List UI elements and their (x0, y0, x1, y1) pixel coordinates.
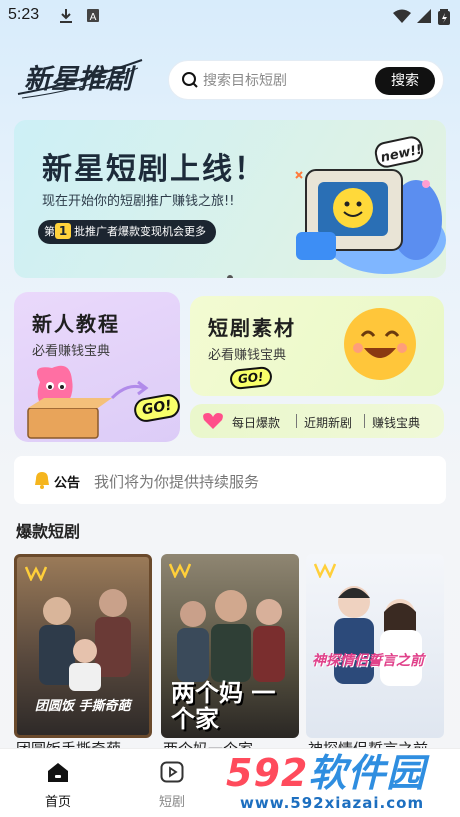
search-button[interactable]: 搜索 (375, 67, 435, 95)
tutorial-card-title: 新人教程 (32, 312, 120, 336)
banner-pill-number: 1 (55, 223, 71, 239)
material-card[interactable]: 短剧素材 必看赚钱宝典 GO! (190, 296, 444, 396)
material-card-subtitle: 必看赚钱宝典 (208, 348, 287, 363)
nav-dramas[interactable]: 短剧 (132, 749, 212, 817)
watermark: 592软件园 www.592xiazai.com (226, 752, 460, 817)
smiley-icon (344, 308, 416, 380)
quick-links-bar: 每日爆款 近期新剧 赚钱宝典 (190, 404, 444, 438)
svg-text:A: A (90, 12, 97, 23)
drama-poster-text: 两个妈 一个家 (171, 679, 276, 733)
logo-graphic: 新星推剧 (17, 59, 143, 99)
watermark-cn: 软件园 (308, 751, 426, 795)
banner-dot-active[interactable] (227, 275, 233, 278)
watermark-url: www.592xiazai.com (240, 794, 425, 812)
notice-bar[interactable]: 公告 我们将为你提供持续服务 (14, 456, 446, 504)
home-icon (48, 763, 68, 782)
banner-pill-text: 批推广者爆款变现机会更多 (74, 225, 206, 238)
banner-title: 新星短剧上线！ (42, 152, 266, 187)
tutorial-card-subtitle: 必看赚钱宝典 (32, 344, 111, 359)
status-time: 5:23 (8, 6, 40, 23)
download-icon (60, 9, 72, 23)
banner-pill: 第 1 批推广者爆款变现机会更多 (38, 220, 216, 244)
logo-text: 新星推剧 (24, 64, 136, 95)
watermark-logo: 592软件园 (226, 752, 425, 794)
signal-icon (417, 9, 431, 23)
battery-icon (438, 9, 450, 25)
search-input[interactable] (203, 69, 373, 93)
banner-pill-prefix: 第 (44, 225, 55, 238)
drama-card[interactable]: 两个妈 一个家 (161, 554, 299, 738)
w-logo-icon (25, 566, 47, 581)
quick-link-new-dramas[interactable]: 近期新剧 (304, 414, 352, 431)
drama-poster-figures (334, 586, 422, 686)
watermark-number: 592 (226, 751, 309, 795)
nav-home[interactable]: 首页 (18, 749, 98, 817)
status-bar: 5:23 A (0, 0, 460, 32)
drama-poster-figures (177, 590, 285, 682)
hot-dramas-title: 爆款短剧 (16, 522, 81, 541)
nav-dramas-label: 短剧 (158, 795, 185, 810)
bell-icon (35, 472, 49, 489)
arrow-icon (110, 380, 149, 400)
drama-card[interactable]: 团圆饭 手撕奇葩 (14, 554, 152, 738)
banner-pagination (14, 266, 446, 278)
divider (364, 414, 365, 428)
material-go-badge: GO! (229, 365, 273, 391)
heart-icon (203, 413, 223, 429)
gift-box-illustration (27, 365, 112, 439)
wifi-icon (393, 9, 411, 23)
material-card-title: 短剧素材 (208, 316, 296, 340)
promo-banner[interactable]: 新星短剧上线！ 现在开始你的短剧推广赚钱之旅!! 第 1 批推广者爆款变现机会更多 … (14, 120, 446, 278)
app-logo: 新星推剧 (14, 54, 146, 102)
drama-poster-figures (39, 589, 131, 691)
quick-link-daily-hits[interactable]: 每日爆款 (232, 414, 280, 431)
nav-home-label: 首页 (44, 795, 71, 810)
drama-poster-text: 神探情侣誓言之前 (312, 653, 424, 669)
tutorial-card[interactable]: 新人教程 必看赚钱宝典 GO! (14, 292, 180, 442)
drama-poster-text: 团圆饭 手撕奇葩 (35, 699, 131, 714)
w-logo-icon (169, 563, 191, 578)
drama-card[interactable]: 神探情侣誓言之前 (306, 554, 444, 738)
notice-text: 我们将为你提供持续服务 (94, 473, 260, 491)
play-video-icon (160, 761, 184, 783)
quick-link-money-guide[interactable]: 赚钱宝典 (372, 414, 420, 431)
text-a-icon: A (87, 9, 99, 23)
notice-label: 公告 (54, 476, 81, 491)
banner-subtitle: 现在开始你的短剧推广赚钱之旅!! (42, 194, 235, 209)
divider (296, 414, 297, 428)
retro-computer-illustration: new!! (295, 136, 446, 274)
search-icon (182, 72, 198, 88)
search-box[interactable]: 搜索 (168, 60, 444, 100)
